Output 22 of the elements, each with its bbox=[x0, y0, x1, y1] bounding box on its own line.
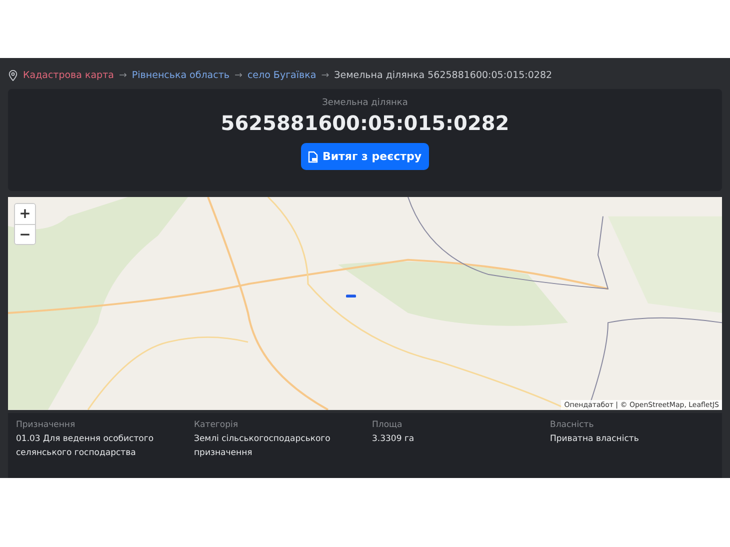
detail-label: Категорія bbox=[194, 420, 239, 430]
breadcrumb-link[interactable]: Рівненська область bbox=[132, 70, 230, 82]
detail-label: Призначення bbox=[16, 420, 76, 430]
breadcrumb-separator: → bbox=[321, 70, 330, 82]
breadcrumb-separator: → bbox=[234, 70, 242, 82]
breadcrumb-link[interactable]: Кадастрова карта bbox=[23, 70, 114, 82]
detail-label: Власність bbox=[550, 420, 595, 430]
header-caption: Земельна ділянка bbox=[322, 98, 408, 108]
breadcrumb-current: Земельна ділянка 5625881600:05:015:0282 bbox=[334, 70, 552, 82]
zoom-out-button[interactable]: − bbox=[15, 224, 35, 244]
map-drawing[interactable] bbox=[8, 197, 722, 410]
cadastral-number: 5625881600:05:015:0282 bbox=[220, 111, 510, 136]
detail-value: 01.03 Для ведення особистого селянського господарства bbox=[16, 432, 155, 460]
map-pin-icon bbox=[8, 70, 18, 82]
detail-label: Площа bbox=[372, 420, 404, 430]
detail-value: 3.3309 га bbox=[372, 432, 416, 446]
registry-extract-button[interactable]: Витяг з реєстру bbox=[301, 143, 429, 170]
detail-value: Землі сільськогосподарського призначення bbox=[194, 432, 332, 460]
breadcrumb-link[interactable]: село Бугаївка bbox=[247, 70, 316, 82]
breadcrumb-separator: → bbox=[118, 70, 127, 82]
detail-value: Приватна власність bbox=[550, 432, 640, 446]
pdf-file-icon bbox=[308, 150, 318, 163]
